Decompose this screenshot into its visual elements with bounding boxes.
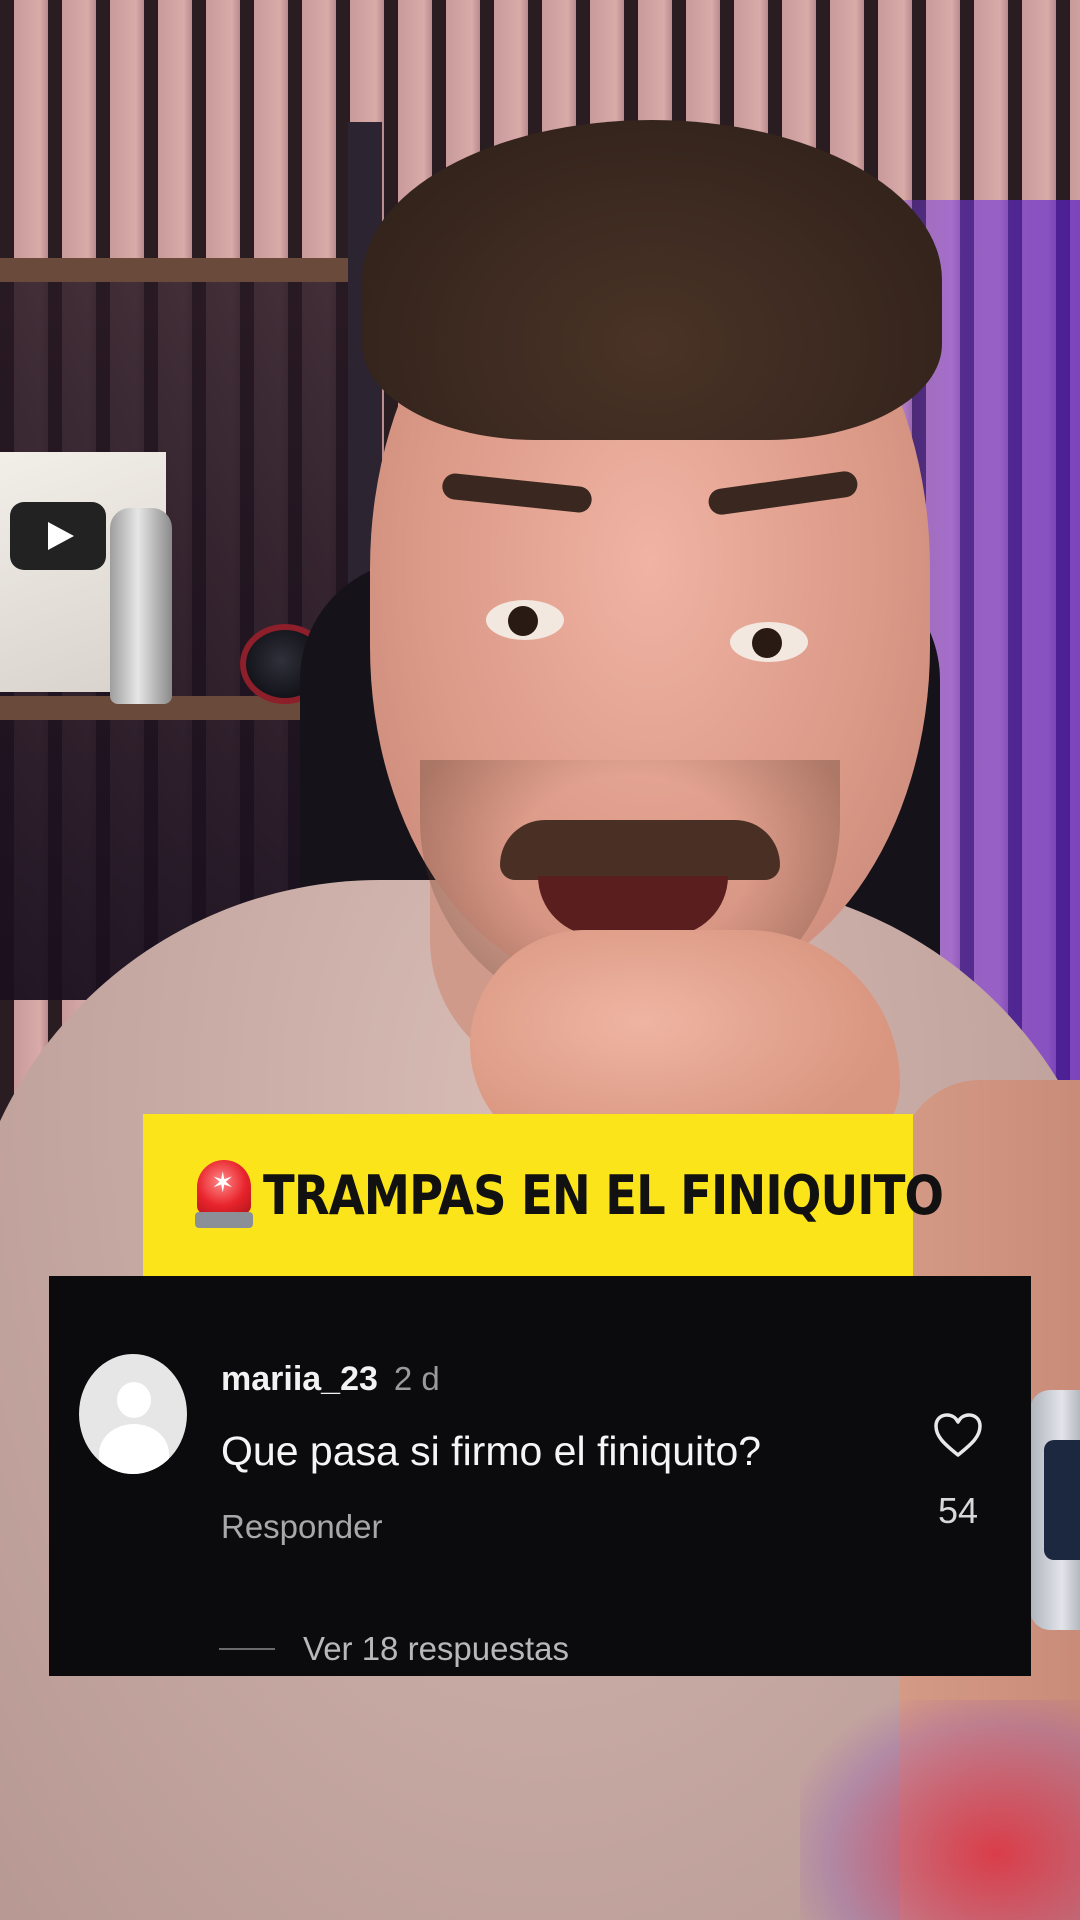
comment-username[interactable]: mariia_23	[221, 1360, 378, 1399]
reply-button[interactable]: Responder	[221, 1508, 382, 1546]
view-replies-button[interactable]: Ver 18 respuestas	[219, 1630, 569, 1668]
moustache	[500, 820, 780, 880]
red-light	[800, 1700, 1080, 1920]
user-avatar[interactable]	[79, 1354, 187, 1474]
right-eye	[730, 622, 808, 662]
mouth	[538, 876, 728, 936]
comment-card: mariia_23 2 d Que pasa si firmo el finiq…	[49, 1276, 1031, 1676]
watch-face	[1044, 1440, 1080, 1560]
siren-base	[195, 1212, 253, 1228]
comment-header: mariia_23 2 d	[221, 1360, 440, 1399]
left-eye	[486, 600, 564, 640]
heart-icon[interactable]	[933, 1412, 983, 1458]
banner-title: TRAMPAS EN EL FINIQUITO	[263, 1163, 944, 1227]
shelf-top	[0, 258, 350, 282]
like-count: 54	[937, 1490, 979, 1531]
play-button-icon	[10, 502, 106, 570]
avatar-head	[117, 1382, 151, 1418]
siren-dome	[197, 1160, 251, 1214]
avatar-body	[99, 1424, 169, 1474]
comment-time: 2 d	[393, 1360, 440, 1397]
view-replies-label: Ver 18 respuestas	[303, 1630, 569, 1667]
title-banner: TRAMPAS EN EL FINIQUITO	[143, 1114, 944, 1276]
comment-text: Que pasa si firmo el finiquito?	[221, 1428, 762, 1474]
person-hair	[362, 120, 942, 440]
microphone	[110, 508, 172, 704]
siren-icon	[195, 1160, 253, 1230]
replies-divider	[219, 1648, 275, 1650]
